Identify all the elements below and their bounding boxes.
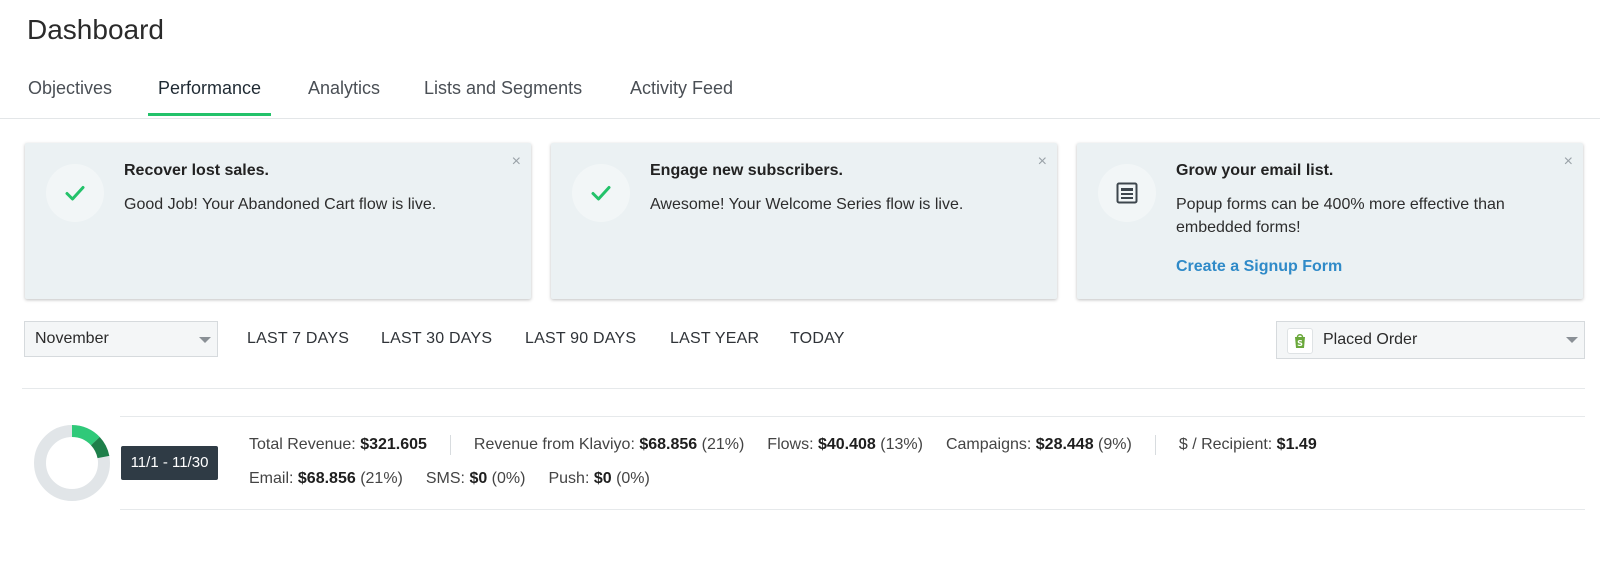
card-body: Good Job! Your Abandoned Cart flow is li… [124,196,437,213]
tab-objectives[interactable]: Objectives [18,76,122,116]
stats-row-revenue: Total Revenue: $321.605 Revenue from Klav… [249,435,1340,455]
separator [1154,435,1156,455]
card-icon-badge [46,164,104,222]
stat-flows: Flows: $40.408 (13%) [767,436,923,454]
close-icon[interactable]: × [1038,154,1047,170]
separator [449,435,451,455]
date-range-badge: 11/1 - 11/30 [121,446,218,480]
range-last-90-days[interactable]: LAST 90 DAYS [525,330,636,348]
stats-row-channels: Email: $68.856 (21%) SMS: $0 (0%) Push: $0… [249,470,673,488]
objective-card-welcome-series: Engage new subscribers. Awesome! Your We… [551,143,1057,299]
tab-activity-feed[interactable]: Activity Feed [620,76,743,116]
donut-segment-campaigns [90,436,110,459]
card-body: Awesome! Your Welcome Series flow is liv… [650,196,964,213]
range-last-7-days[interactable]: LAST 7 DAYS [247,330,349,348]
check-icon [65,186,85,201]
close-icon[interactable]: × [1564,154,1573,170]
stat-campaigns: Campaigns: $28.448 (9%) [945,436,1132,454]
donut-segment-flows [71,425,100,446]
card-icon-badge [1098,164,1156,222]
stat-push: Push: $0 (0%) [548,470,650,487]
metric-select-value: Placed Order [1323,331,1418,348]
objective-card-signup-form: Grow your email list. Popup forms can be… [1077,143,1583,299]
card-title: Recover lost sales. [124,162,269,179]
month-select-value: November [35,330,109,347]
stat-revenue-from-klaviyo: Revenue from Klaviyo: $68.856 (21%) [473,436,745,454]
stat-per-recipient: $ / Recipient: $1.49 [1178,436,1317,454]
page-title: Dashboard [27,14,164,45]
stat-email: Email: $68.856 (21%) [249,470,403,487]
tab-analytics[interactable]: Analytics [298,76,390,116]
divider [120,416,1585,417]
chevron-down-icon [199,337,211,343]
svg-text:S: S [1297,339,1303,348]
create-signup-form-link[interactable]: Create a Signup Form [1176,258,1342,276]
card-body: Popup forms can be 400% more effective t… [1176,196,1505,236]
chevron-down-icon [1566,337,1578,343]
divider [120,509,1585,510]
revenue-donut-chart [34,425,110,501]
divider [22,388,1585,389]
card-title: Engage new subscribers. [650,162,843,179]
form-icon [1116,182,1138,204]
card-title: Grow your email list. [1176,162,1334,179]
check-icon [591,186,611,201]
tab-performance[interactable]: Performance [148,76,272,116]
range-last-30-days[interactable]: LAST 30 DAYS [381,330,492,348]
stat-total-revenue: Total Revenue: $321.605 [249,436,427,454]
stat-sms: SMS: $0 (0%) [425,470,526,487]
objective-card-abandoned-cart: Recover lost sales. Good Job! Your Aband… [25,143,531,299]
tab-bar: Objectives Performance Analytics Lists a… [0,68,1600,119]
month-select[interactable]: November [24,321,218,357]
shopify-icon: S [1287,328,1313,354]
tab-lists-and-segments[interactable]: Lists and Segments [414,76,592,116]
card-icon-badge [572,164,630,222]
range-last-year[interactable]: LAST YEAR [670,330,759,348]
range-today[interactable]: TODAY [790,330,845,348]
close-icon[interactable]: × [512,154,521,170]
metric-select[interactable]: S Placed Order [1276,321,1585,359]
